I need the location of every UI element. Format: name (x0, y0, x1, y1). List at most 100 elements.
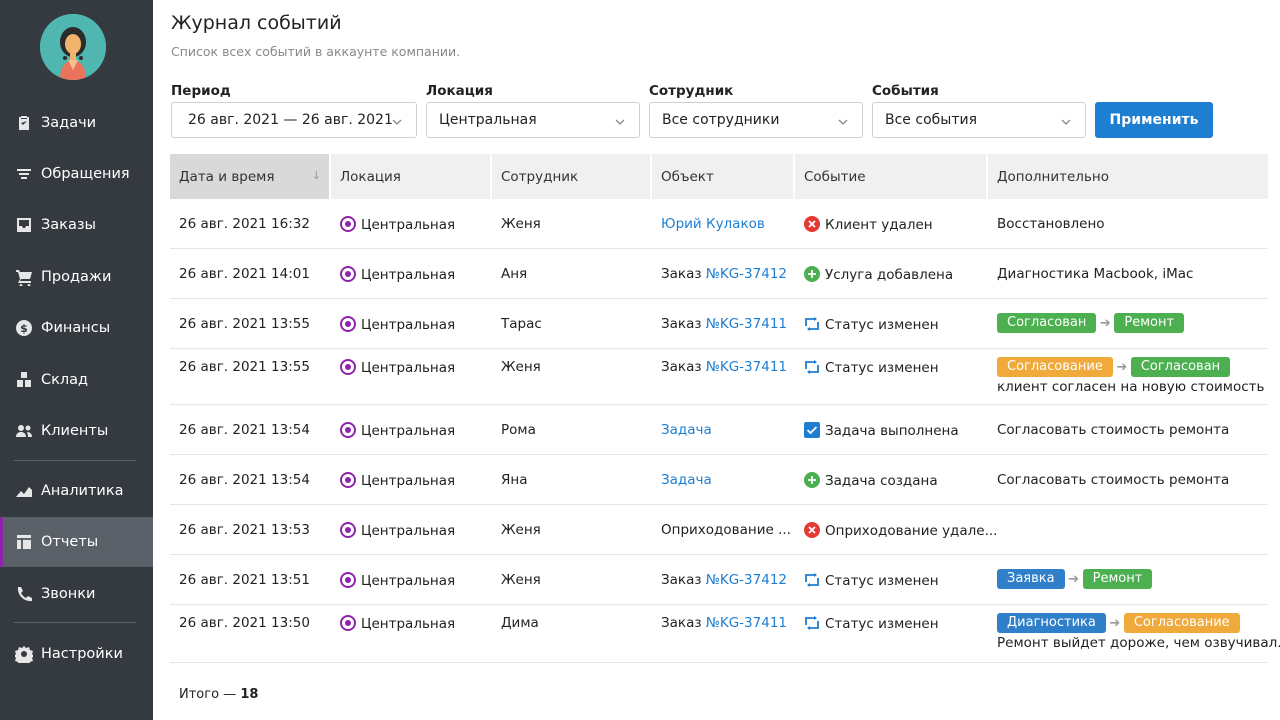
employee-value: Все сотрудники (662, 112, 780, 128)
table-header: Дата и время ↓ Локация Сотрудник Объект … (170, 154, 1268, 199)
period-select[interactable]: 26 авг. 2021 — 26 авг. 2021 (171, 102, 417, 138)
object-link[interactable]: №KG-37411 (706, 359, 787, 375)
cell-location: Центральная (340, 422, 455, 439)
cell-extra: Диагностика Macbook, iMac (997, 266, 1194, 282)
column-header-label: Событие (804, 168, 866, 185)
sidebar-item-0[interactable]: Задачи (0, 98, 153, 148)
status-badge-to: Согласован (1130, 357, 1231, 377)
sidebar-item-5[interactable]: Склад (0, 355, 153, 405)
location-pin-icon (340, 522, 356, 538)
sidebar-item-4[interactable]: $ Финансы (0, 303, 153, 353)
table-row: 26 авг. 2021 13:55 Центральная Женя Заказ №… (170, 349, 1268, 405)
location-select[interactable]: Центральная (426, 102, 640, 138)
sidebar-item-label: Обращения (41, 166, 130, 182)
object-link[interactable]: Задача (661, 472, 712, 488)
location-pin-icon (340, 359, 356, 375)
object-link[interactable]: №KG-37412 (706, 266, 787, 282)
column-header-event[interactable]: Событие (795, 154, 988, 199)
employee-select[interactable]: Все сотрудники (649, 102, 863, 138)
period-value: 26 авг. 2021 — 26 авг. 2021 (188, 112, 393, 128)
location-text: Центральная (361, 217, 456, 233)
object-prefix: Заказ (661, 266, 706, 282)
events-select[interactable]: Все события (872, 102, 1086, 138)
total-value: 18 (240, 687, 259, 702)
cell-object: Задача (661, 472, 712, 488)
sidebar-item-label: Продажи (41, 269, 112, 285)
cell-employee: Женя (501, 216, 541, 232)
status-transition: Диагностика ➔ Согласование (997, 613, 1280, 633)
event-text: Статус изменен (825, 616, 939, 632)
svg-text:$: $ (20, 322, 28, 335)
sidebar-item-label: Финансы (41, 320, 111, 336)
status-badge-from: Согласование (997, 357, 1113, 377)
status-change-icon (804, 572, 820, 588)
cell-location: Центральная (340, 472, 455, 489)
sidebar-item-10[interactable]: Настройки (0, 629, 153, 679)
sidebar-item-3[interactable]: Продажи (0, 252, 153, 302)
column-header-employee[interactable]: Сотрудник (492, 154, 652, 199)
column-header-label: Дата и время (179, 168, 275, 185)
object-prefix: Заказ (661, 359, 706, 375)
chevron-down-icon (392, 115, 402, 125)
object-link[interactable]: Юрий Кулаков (661, 216, 765, 232)
sidebar-item-1[interactable]: Обращения (0, 149, 153, 199)
object-text: Оприходование ... (661, 522, 791, 538)
status-change-icon (804, 615, 820, 631)
status-badge-from: Заявка (997, 569, 1065, 589)
object-link[interactable]: №KG-37411 (706, 615, 787, 631)
column-header-location[interactable]: Локация (331, 154, 492, 199)
add-circle-icon (804, 472, 820, 488)
phone-icon (14, 584, 34, 604)
status-badge-to: Ремонт (1082, 569, 1153, 589)
sidebar-item-6[interactable]: Клиенты (0, 406, 153, 456)
boxes-icon (14, 370, 34, 390)
cell-event: Статус изменен (804, 316, 939, 333)
cell-event: Оприходование удале... (804, 522, 997, 539)
avatar[interactable] (40, 14, 106, 80)
cell-employee: Женя (501, 522, 541, 538)
object-link[interactable]: №KG-37411 (706, 316, 787, 332)
object-prefix: Заказ (661, 615, 706, 631)
cell-location: Центральная (340, 316, 455, 333)
sidebar-item-8[interactable]: Отчеты (0, 517, 153, 567)
sidebar-item-9[interactable]: Звонки (0, 569, 153, 619)
chart-icon (14, 481, 34, 501)
cell-datetime: 26 авг. 2021 13:54 (179, 472, 310, 488)
object-link[interactable]: Задача (661, 422, 712, 438)
apply-button[interactable]: Применить (1095, 102, 1213, 138)
location-pin-icon (340, 266, 356, 282)
location-text: Центральная (361, 267, 456, 283)
cell-extra: Восстановлено (997, 216, 1105, 232)
event-text: Клиент удален (825, 217, 933, 233)
sidebar-item-label: Звонки (41, 586, 96, 602)
status-badge-to: Согласование (1123, 613, 1240, 633)
events-value: Все события (885, 112, 977, 128)
status-transition: Заявка ➔ Ремонт (997, 569, 1153, 589)
cart-icon (14, 267, 34, 287)
cell-datetime: 26 авг. 2021 13:54 (179, 422, 310, 438)
cell-employee: Женя (501, 359, 541, 375)
column-header-extra[interactable]: Дополнительно (988, 154, 1268, 199)
column-header-label: Объект (661, 168, 714, 185)
cell-object: Задача (661, 422, 712, 438)
sidebar-item-label: Отчеты (41, 534, 99, 550)
location-text: Центральная (361, 360, 456, 376)
sidebar-item-7[interactable]: Аналитика (0, 466, 153, 516)
cell-event: Задача выполнена (804, 422, 959, 439)
status-transition: Согласован ➔ Ремонт (997, 313, 1185, 333)
object-link[interactable]: №KG-37412 (706, 572, 787, 588)
column-header-object[interactable]: Объект (652, 154, 795, 199)
dollar-icon: $ (14, 318, 34, 338)
sidebar-item-2[interactable]: Заказы (0, 200, 153, 250)
cell-object: Заказ №KG-37411 (661, 359, 787, 375)
cell-extra: Согласовать стоимость ремонта (997, 422, 1230, 438)
cell-employee: Дима (501, 615, 539, 631)
object-prefix: Заказ (661, 572, 706, 588)
cell-event: Статус изменен (804, 572, 939, 589)
status-note: клиент согласен на новую стоимость (997, 379, 1265, 395)
column-header-datetime[interactable]: Дата и время ↓ (170, 154, 331, 199)
status-change-icon (804, 359, 820, 375)
inbox-icon (14, 215, 34, 235)
employee-label: Сотрудник (649, 83, 734, 99)
location-pin-icon (340, 472, 356, 488)
